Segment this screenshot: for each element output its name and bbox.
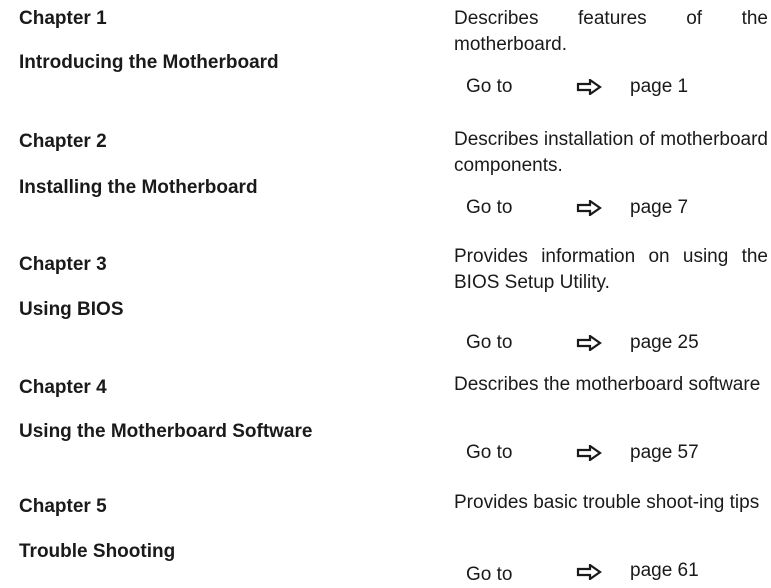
goto-row: Go to page 25 [466, 330, 766, 356]
chapter-description: Describes the motherboard software [454, 374, 761, 395]
page-link[interactable]: page 57 [630, 440, 699, 466]
chapter-number: Chapter 5 [19, 496, 107, 517]
chapter-4-entry: Chapter 4 Using the Motherboard Software… [0, 366, 771, 476]
goto-row: Go to page 61 [466, 556, 766, 585]
chapter-description: Describes installation of motherboard co… [454, 129, 768, 176]
chapter-title: Using BIOS [19, 299, 124, 320]
page-link[interactable]: page 25 [630, 330, 699, 356]
chapter-title: Trouble Shooting [19, 541, 176, 562]
goto-label: Go to [466, 76, 513, 97]
goto-label: Go to [466, 332, 513, 353]
chapter-description: Describes features of the motherboard. [454, 8, 768, 55]
right-arrow-icon [576, 200, 602, 216]
goto-row: Go to page 7 [466, 195, 766, 221]
chapter-description: Provides information on using the BIOS S… [454, 246, 768, 293]
right-arrow-icon [576, 79, 602, 95]
chapter-number: Chapter 4 [19, 377, 107, 398]
right-arrow-icon [576, 564, 602, 580]
right-arrow-icon [576, 445, 602, 461]
page-link[interactable]: page 61 [630, 558, 699, 584]
chapter-title: Using the Motherboard Software [19, 421, 313, 442]
chapter-1-entry: Chapter 1 Introducing the Motherboard De… [0, 0, 771, 110]
right-arrow-icon [576, 335, 602, 351]
goto-label: Go to [466, 564, 513, 585]
chapter-number: Chapter 1 [19, 8, 107, 29]
chapter-number: Chapter 2 [19, 131, 107, 152]
goto-row: Go to page 57 [466, 440, 766, 466]
chapter-title: Introducing the Motherboard [19, 52, 279, 73]
chapter-5-entry: Chapter 5 Trouble Shooting Provides basi… [0, 484, 771, 587]
goto-label: Go to [466, 442, 513, 463]
chapter-2-entry: Chapter 2 Installing the Motherboard Des… [0, 120, 771, 230]
page-link[interactable]: page 1 [630, 74, 688, 100]
goto-row: Go to page 1 [466, 74, 766, 100]
chapter-3-entry: Chapter 3 Using BIOS Provides informatio… [0, 244, 771, 374]
chapter-number: Chapter 3 [19, 254, 107, 275]
page-link[interactable]: page 7 [630, 195, 688, 221]
chapter-title: Installing the Motherboard [19, 177, 258, 198]
chapter-description: Provides basic trouble shoot-ing tips [454, 492, 760, 513]
goto-label: Go to [466, 197, 513, 218]
